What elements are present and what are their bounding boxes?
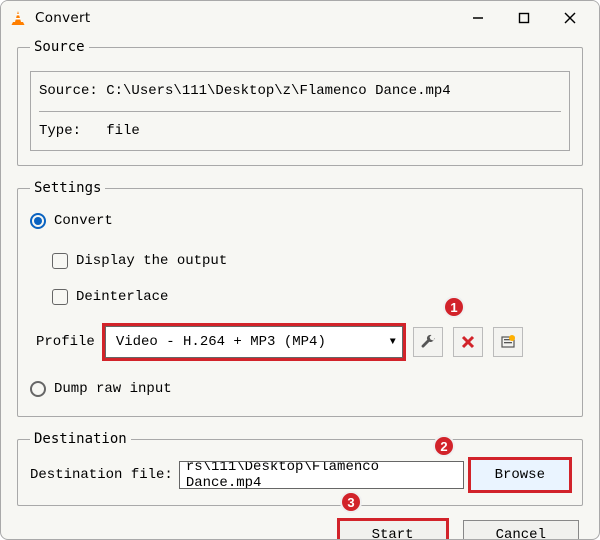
settings-legend: Settings — [30, 180, 105, 196]
destination-group: Destination Destination file: rs\111\Des… — [17, 431, 583, 506]
cancel-button-label: Cancel — [496, 527, 546, 540]
convert-window: 1 2 3 Convert Source — [0, 0, 600, 540]
minimize-button[interactable] — [455, 1, 501, 35]
display-output-checkbox[interactable] — [52, 253, 68, 269]
profile-row: Profile Video - H.264 + MP3 (MP4) ▼ — [36, 326, 570, 358]
start-button[interactable]: Start — [339, 520, 447, 540]
start-button-label: Start — [372, 527, 414, 540]
cancel-button[interactable]: Cancel — [463, 520, 579, 540]
source-label: Source: — [39, 83, 106, 99]
delete-profile-button[interactable] — [453, 327, 483, 357]
vlc-cone-icon — [9, 9, 27, 27]
destination-label: Destination file: — [30, 467, 173, 483]
convert-radio-label: Convert — [54, 213, 113, 229]
titlebar: Convert — [1, 1, 599, 35]
destination-file-value: rs\111\Desktop\Flamenco Dance.mp4 — [186, 461, 457, 489]
maximize-button[interactable] — [501, 1, 547, 35]
wrench-icon — [420, 334, 436, 350]
deinterlace-checkbox[interactable] — [52, 289, 68, 305]
convert-radio-row[interactable]: Convert — [30, 208, 570, 234]
source-box: Source: C:\Users\111\Desktop\z\Flamenco … — [30, 71, 570, 151]
browse-button-label: Browse — [495, 467, 545, 483]
annotation-3: 3 — [340, 491, 362, 513]
content-area: Source Source: C:\Users\111\Desktop\z\Fl… — [1, 35, 599, 540]
divider — [39, 111, 561, 112]
source-value: C:\Users\111\Desktop\z\Flamenco Dance.mp… — [106, 83, 450, 99]
profile-select[interactable]: Video - H.264 + MP3 (MP4) ▼ — [105, 326, 403, 358]
close-button[interactable] — [547, 1, 593, 35]
dump-radio[interactable] — [30, 381, 46, 397]
display-output-label: Display the output — [76, 253, 227, 269]
display-output-row[interactable]: Display the output — [52, 248, 570, 274]
annotation-2: 2 — [433, 435, 455, 457]
deinterlace-row[interactable]: Deinterlace — [52, 284, 570, 310]
delete-icon — [461, 335, 475, 349]
source-legend: Source — [30, 39, 89, 55]
new-profile-button[interactable] — [493, 327, 523, 357]
type-label: Type: — [39, 123, 106, 139]
type-value: file — [106, 123, 140, 139]
dialog-footer: Start Cancel — [17, 520, 583, 540]
destination-row: Destination file: rs\111\Desktop\Flamenc… — [30, 459, 570, 491]
profile-selected-value: Video - H.264 + MP3 (MP4) — [116, 334, 326, 350]
dump-radio-row[interactable]: Dump raw input — [30, 376, 570, 402]
convert-radio[interactable] — [30, 213, 46, 229]
settings-group: Settings Convert Display the output Dein… — [17, 180, 583, 417]
source-group: Source Source: C:\Users\111\Desktop\z\Fl… — [17, 39, 583, 166]
window-title: Convert — [35, 10, 90, 26]
window-controls — [455, 1, 593, 35]
dump-radio-label: Dump raw input — [54, 381, 172, 397]
destination-file-input[interactable]: rs\111\Desktop\Flamenco Dance.mp4 — [179, 461, 464, 489]
profile-label: Profile — [36, 334, 95, 350]
destination-legend: Destination — [30, 431, 131, 447]
new-profile-icon — [500, 334, 516, 350]
browse-button[interactable]: Browse — [470, 459, 570, 491]
annotation-1: 1 — [443, 296, 465, 318]
edit-profile-button[interactable] — [413, 327, 443, 357]
deinterlace-label: Deinterlace — [76, 289, 168, 305]
convert-options: Display the output Deinterlace — [30, 248, 570, 310]
chevron-down-icon: ▼ — [390, 337, 396, 348]
